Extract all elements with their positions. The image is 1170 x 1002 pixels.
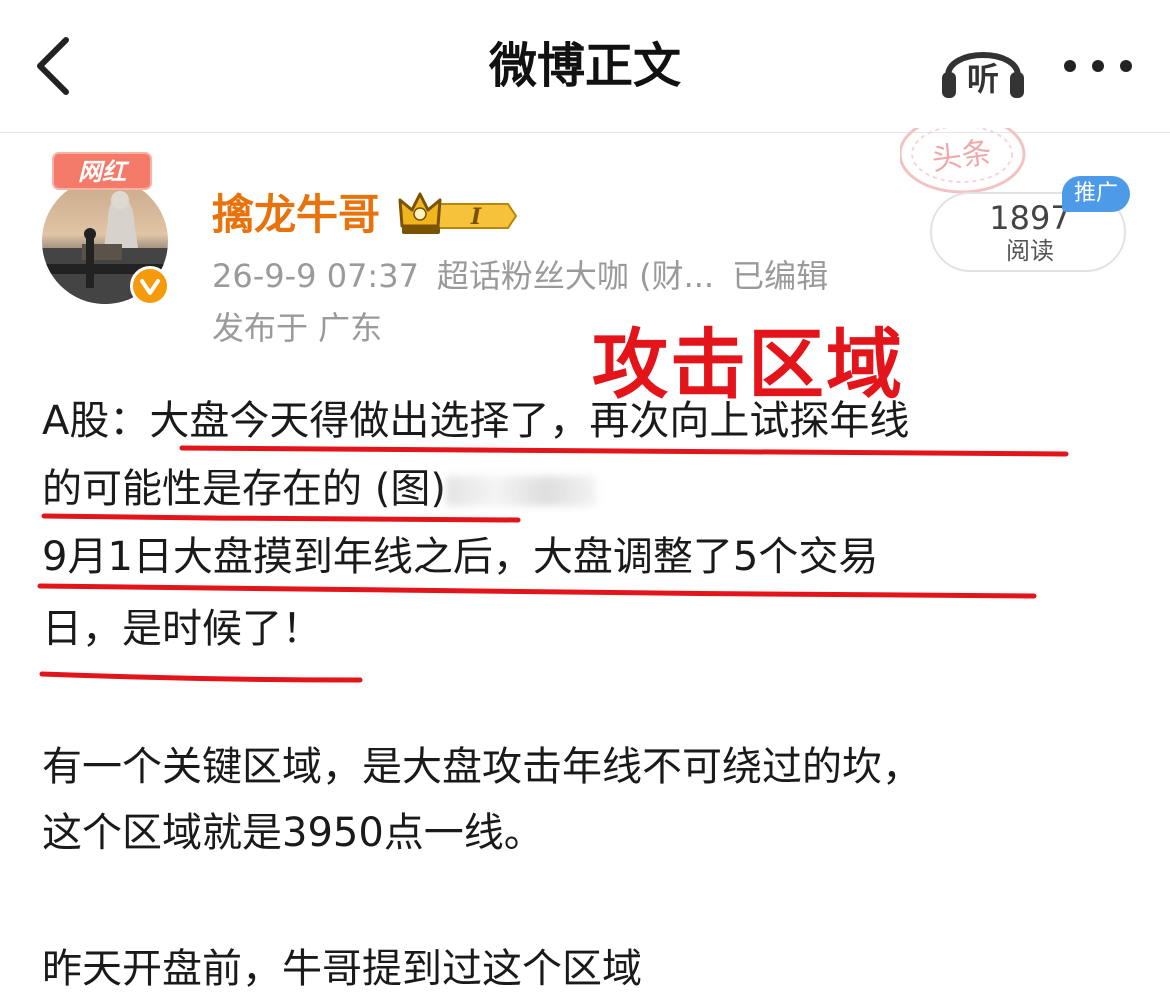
red-underline bbox=[41, 513, 521, 523]
red-underline-marks bbox=[37, 445, 1069, 683]
red-underline bbox=[37, 583, 1037, 599]
red-underline bbox=[179, 445, 1069, 457]
red-underline bbox=[39, 671, 363, 683]
